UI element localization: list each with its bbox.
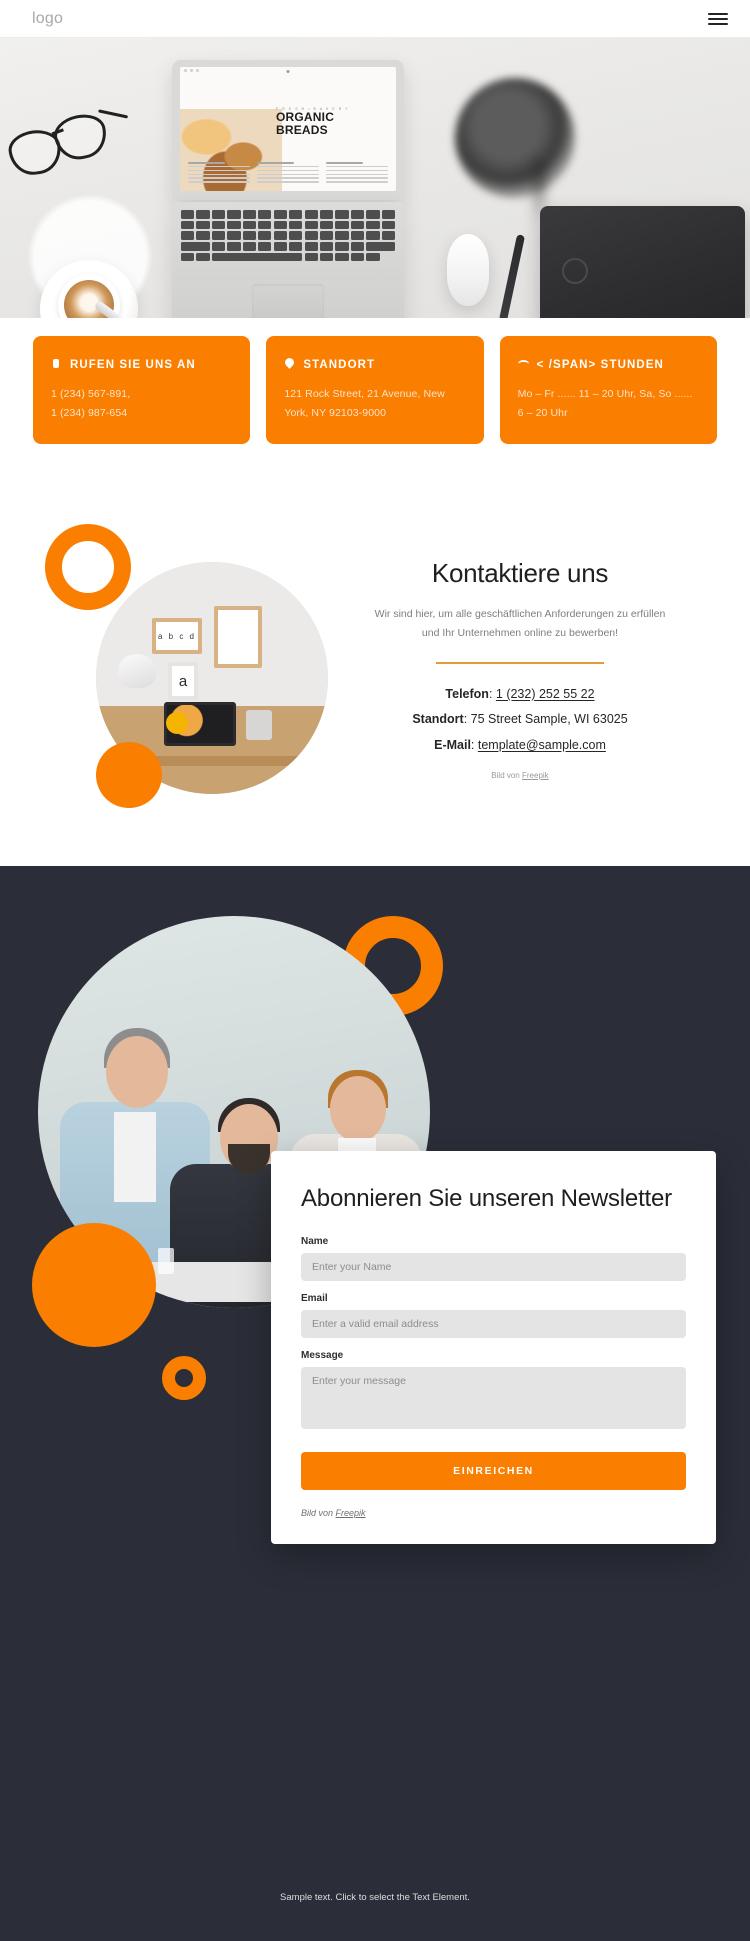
colon: : — [470, 738, 478, 753]
laptop-screen: F R E S H • B A K E R Y ORGANIC BREADS — [172, 60, 404, 200]
burger-line — [708, 22, 728, 25]
info-card-body: 121 Rock Street, 21 Avenue, New York, NY… — [284, 388, 445, 420]
newsletter-title: Abonnieren Sie unseren Newsletter — [301, 1185, 672, 1212]
screen-text-columns — [188, 162, 388, 185]
info-card-title: STANDORT — [303, 358, 376, 371]
info-card-location[interactable]: STANDORT 121 Rock Street, 21 Avenue, New… — [266, 336, 484, 444]
phone-icon — [51, 358, 62, 371]
burger-line — [708, 17, 728, 20]
contact-phone-label: Telefon — [445, 686, 489, 701]
laptop-object: F R E S H • B A K E R Y ORGANIC BREADS — [172, 60, 404, 318]
contact-location-row: Standort: 75 Street Sample, WI 63025 — [344, 707, 696, 733]
contact-phone-row: Telefon: 1 (232) 252 55 22 — [344, 682, 696, 708]
name-input[interactable] — [301, 1253, 686, 1282]
email-label: Email — [301, 1293, 328, 1305]
contact-content: Kontaktiere uns Wir sind hier, um alle g… — [344, 558, 696, 780]
info-card-header: < /SPAN> STUNDEN — [517, 358, 699, 371]
contact-location-label: Standort — [412, 712, 464, 727]
contact-email-value[interactable]: template@sample.com — [478, 738, 606, 752]
info-card-body: 1 (234) 567-891, 1 (234) 987-654 — [51, 388, 131, 420]
contact-phone-value[interactable]: 1 (232) 252 55 22 — [496, 687, 595, 701]
form-credit-prefix: Bild von — [301, 1508, 334, 1519]
footer-text[interactable]: Sample text. Click to select the Text El… — [0, 1892, 750, 1903]
info-card-title: RUFEN SIE UNS AN — [70, 358, 196, 371]
contact-section: Kontaktiere uns Wir sind hier, um alle g… — [0, 500, 750, 860]
laptop-trackpad — [252, 284, 324, 318]
submit-button[interactable]: EINREICHEN — [301, 1452, 686, 1491]
image-credit-link[interactable]: Freepik — [522, 771, 549, 780]
page-title: Kontaktiere uns — [431, 558, 609, 588]
location-pin-icon — [284, 358, 295, 371]
info-card-header: STANDORT — [284, 358, 465, 371]
email-field-group: Email — [301, 1293, 686, 1339]
colon: : — [463, 712, 471, 727]
decorative-ring-small-orange — [162, 1356, 206, 1400]
message-textarea[interactable] — [301, 1367, 686, 1430]
info-card-title: < /SPAN> STUNDEN — [536, 358, 664, 371]
divider — [436, 661, 604, 664]
name-field-group: Name — [301, 1236, 686, 1282]
info-card-body: Mo – Fr ...... 11 – 20 Uhr, Sa, So .....… — [517, 388, 693, 420]
info-cards-row: RUFEN SIE UNS AN 1 (234) 567-891, 1 (234… — [0, 336, 750, 444]
message-field-group: Message — [301, 1350, 686, 1434]
info-card-phone[interactable]: RUFEN SIE UNS AN 1 (234) 567-891, 1 (234… — [33, 336, 251, 444]
logo[interactable]: logo — [32, 10, 63, 28]
contact-location-value: 75 Street Sample, WI 63025 — [470, 712, 628, 727]
colon: : — [488, 686, 496, 701]
info-card-header: RUFEN SIE UNS AN — [51, 358, 232, 371]
name-label: Name — [301, 1236, 329, 1248]
image-credit-prefix: Bild von — [491, 770, 520, 780]
desk-lamp-object — [455, 78, 575, 198]
graphics-tablet-object — [540, 206, 745, 318]
hamburger-menu-icon[interactable] — [708, 12, 728, 25]
contact-subtitle: Wir sind hier, um alle geschäftlichen An… — [374, 608, 666, 640]
burger-line — [708, 12, 728, 15]
site-header: logo — [0, 0, 750, 38]
newsletter-section: Abonnieren Sie unseren Newsletter Name E… — [0, 866, 750, 1941]
message-label: Message — [301, 1350, 344, 1362]
screen-title-line1: ORGANIC — [276, 110, 335, 124]
email-input[interactable] — [301, 1310, 686, 1339]
decorative-dot-orange — [96, 742, 162, 808]
image-credit: Bild von Freepik — [344, 771, 696, 780]
computer-mouse-object — [447, 234, 489, 306]
laptop-keyboard — [172, 202, 404, 318]
screen-title-line2: BREADS — [276, 122, 328, 137]
info-card-hours[interactable]: < /SPAN> STUNDEN Mo – Fr ...... 11 – 20 … — [499, 336, 717, 444]
contact-email-row: E-Mail: template@sample.com — [344, 733, 696, 759]
newsletter-form-card: Abonnieren Sie unseren Newsletter Name E… — [271, 1151, 716, 1545]
form-credit-link[interactable]: Freepik — [336, 1508, 366, 1518]
clock-icon — [517, 358, 529, 371]
form-image-credit: Bild von Freepik — [301, 1508, 686, 1518]
decorative-dot-large-orange — [32, 1223, 156, 1347]
hero-image: F R E S H • B A K E R Y ORGANIC BREADS — [0, 38, 750, 318]
contact-email-label: E-Mail — [434, 738, 471, 753]
